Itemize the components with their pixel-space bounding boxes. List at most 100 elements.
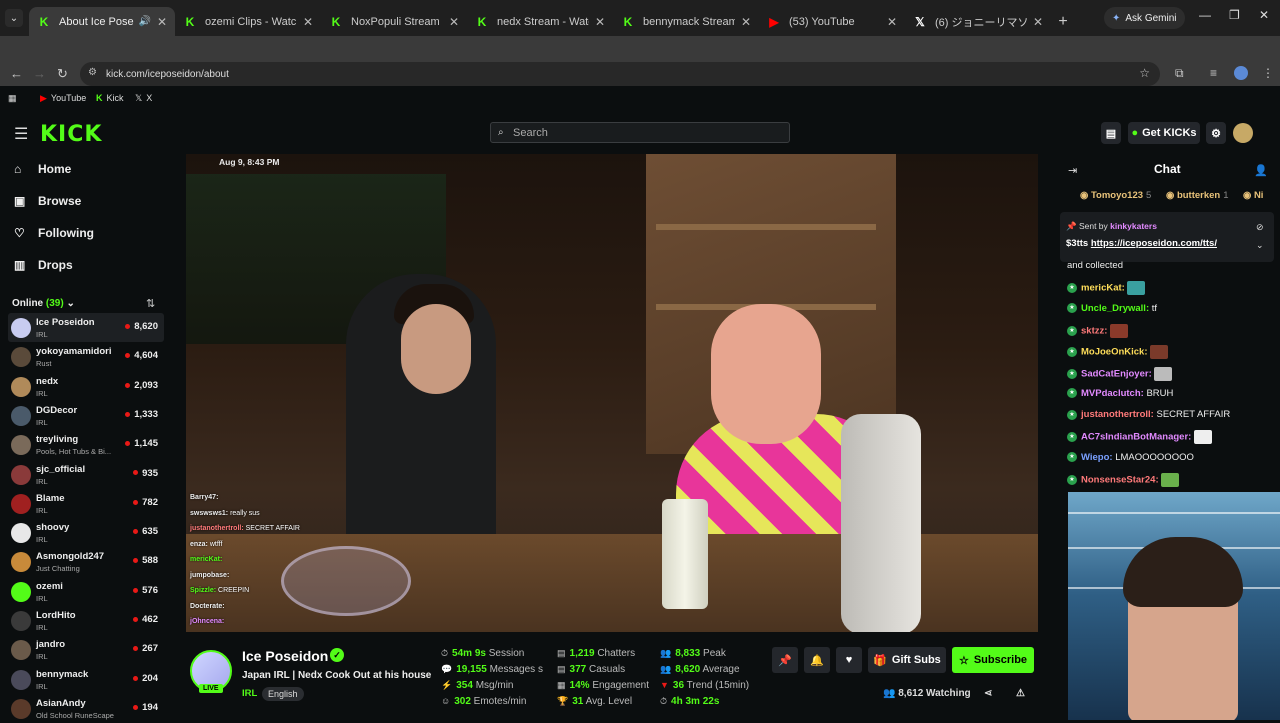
media-control-icon[interactable]: ≡ xyxy=(1210,66,1217,80)
stream-category[interactable]: IRL xyxy=(242,688,257,699)
chat-username[interactable]: sktzz: xyxy=(1081,325,1107,336)
kick-favicon-icon: K xyxy=(477,14,487,29)
hide-eye-icon[interactable]: ⊘ xyxy=(1256,222,1264,233)
nav-browse[interactable]: ▣ Browse xyxy=(14,194,81,208)
sidebar-channel[interactable]: nedx IRL 2,093 xyxy=(8,372,164,401)
library-icon[interactable]: ▤ xyxy=(1101,122,1121,144)
bell-icon[interactable]: 🔔 xyxy=(804,647,830,673)
close-tab-icon[interactable]: ✕ xyxy=(595,15,605,29)
extensions-icon[interactable]: ⧉ xyxy=(1175,66,1184,81)
share-icon[interactable]: ⋖ xyxy=(984,688,992,699)
chat-username[interactable]: Uncle_Drywall: xyxy=(1081,303,1149,314)
chat-username[interactable]: justanothertroll: xyxy=(1081,409,1154,420)
close-tab-icon[interactable]: ✕ xyxy=(157,15,167,29)
browser-tab[interactable]: Kozemi Clips - Watch Live on ✕ xyxy=(175,7,321,36)
close-window-icon[interactable]: ✕ xyxy=(1259,8,1269,22)
sidebar-channel[interactable]: Asmongold247 Just Chatting 588 xyxy=(8,547,164,576)
profile-avatar[interactable] xyxy=(1234,66,1248,80)
maximize-icon[interactable]: ❐ xyxy=(1229,8,1240,22)
expand-chevron-icon[interactable]: ⌄ xyxy=(1256,240,1264,251)
chat-username[interactable]: NonsenseStar24: xyxy=(1081,475,1159,486)
chat-leaderboard-entry[interactable]: ◉ Tomoyo123 5 xyxy=(1080,190,1151,201)
channel-avatar xyxy=(11,435,31,456)
close-tab-icon[interactable]: ✕ xyxy=(887,15,897,29)
live-dot-icon xyxy=(133,470,139,476)
chat-username[interactable]: Wiepo: xyxy=(1081,452,1113,463)
chat-leaderboard-entry[interactable]: ◉ butterken 1 xyxy=(1166,190,1229,201)
nav-drops[interactable]: ▥ Drops xyxy=(14,258,73,272)
channel-viewers: 2,093 xyxy=(125,380,158,391)
new-tab-button[interactable]: + xyxy=(1051,7,1075,36)
sort-icon[interactable]: ⇅ xyxy=(146,297,155,310)
ask-gemini-button[interactable]: ✦ Ask Gemini xyxy=(1104,7,1185,29)
hamburger-menu-icon[interactable]: ☰ xyxy=(14,124,28,144)
overlay-chat-text: CREEPIN xyxy=(216,587,250,594)
sidebar-channel[interactable]: ozemi IRL 576 xyxy=(8,577,164,606)
online-channels-toggle[interactable]: Online (39) ⌄ xyxy=(12,298,75,309)
close-tab-icon[interactable]: ✕ xyxy=(1033,15,1043,29)
chat-username[interactable]: MVPdaclutch: xyxy=(1081,388,1144,399)
sidebar-channel[interactable]: Blame IRL 782 xyxy=(8,489,164,518)
browser-tab[interactable]: 𝕏 (6) ジョニーリマソ | 過築外囲 / ✕ xyxy=(905,7,1051,36)
address-bar[interactable]: ⚙ kick.com/iceposeidon/about ☆ xyxy=(80,62,1160,86)
browser-tab[interactable]: Kbennymack Stream - Watch ✕ xyxy=(613,7,759,36)
streamer-name[interactable]: Ice Poseidon xyxy=(242,648,328,664)
sidebar-channel[interactable]: Ice Poseidon IRL 8,620 xyxy=(8,313,164,342)
browser-tab[interactable]: Knedx Stream - Watch Live o ✕ xyxy=(467,7,613,36)
sidebar-channel[interactable]: yokoyamamidori Rust 4,604 xyxy=(8,342,164,371)
collapse-chat-icon[interactable]: ⇥ xyxy=(1068,164,1077,177)
sidebar-channel[interactable]: shoovy IRL 635 xyxy=(8,518,164,547)
stream-language-tag[interactable]: English xyxy=(262,687,304,701)
search-input[interactable]: ⌕ Search xyxy=(490,122,790,143)
chat-username[interactable]: SadCatEnjoyer: xyxy=(1081,368,1152,379)
bookmark-kick[interactable]: K Kick xyxy=(96,91,124,105)
channel-avatar xyxy=(11,640,31,661)
nav-following[interactable]: ♡ Following xyxy=(14,226,94,240)
stream-stat: ▦ 14% Engagement xyxy=(557,680,649,691)
bookmark-youtube[interactable]: ▶ YouTube xyxy=(40,91,86,105)
chat-leaderboard-entry[interactable]: ◉ Ni xyxy=(1243,190,1266,201)
sidebar-channel[interactable]: bennymack IRL 204 xyxy=(8,665,164,694)
site-info-icon[interactable]: ⚙ xyxy=(88,67,97,78)
chat-username[interactable]: AC7sIndianBotManager: xyxy=(1081,432,1191,443)
kick-logo[interactable]: KICK xyxy=(40,122,102,147)
minimize-icon[interactable]: — xyxy=(1199,8,1211,22)
overlay-chat-user: Barry47: xyxy=(190,494,219,501)
browser-tab[interactable]: K NoxPopuli Stream - Watch L ✕ xyxy=(321,7,467,36)
sidebar-channel[interactable]: jandro IRL 267 xyxy=(8,635,164,664)
follow-heart-icon[interactable]: ♥ xyxy=(836,647,862,673)
sidebar-channel[interactable]: AsianAndy Old School RuneScape 194 xyxy=(8,694,164,723)
back-icon[interactable]: ← xyxy=(10,66,23,81)
close-tab-icon[interactable]: ✕ xyxy=(303,15,313,29)
chrome-menu-icon[interactable]: ⋮ xyxy=(1262,66,1274,80)
reload-icon[interactable]: ↻ xyxy=(57,66,68,82)
report-icon[interactable]: ⚠ xyxy=(1016,688,1025,699)
tab-search-icon[interactable]: ⌄ xyxy=(5,9,23,27)
video-player[interactable]: Aug 9, 8:43 PM Barry47: swswsws1: really … xyxy=(186,154,1038,632)
speaker-icon[interactable]: 🔊 xyxy=(138,16,150,27)
chat-message: ★ MoJoeOnKick: xyxy=(1067,345,1169,360)
browser-tab[interactable]: ▶ (53) YouTube ✕ xyxy=(759,7,905,36)
pinned-link[interactable]: https://iceposeidon.com/tts/ xyxy=(1091,238,1217,249)
sidebar-channel[interactable]: sjc_official IRL 935 xyxy=(8,460,164,489)
chat-users-icon[interactable]: 👤 xyxy=(1254,164,1268,177)
subscribe-button[interactable]: ☆ Subscribe xyxy=(952,647,1034,673)
bookmark-star-icon[interactable]: ☆ xyxy=(1139,66,1150,80)
settings-gear-icon[interactable]: ⚙ xyxy=(1206,122,1226,144)
close-tab-icon[interactable]: ✕ xyxy=(741,15,751,29)
sidebar-channel[interactable]: DGDecor IRL 1,333 xyxy=(8,401,164,430)
chat-username[interactable]: mericKat: xyxy=(1081,283,1125,294)
browser-tab[interactable]: K About Ice Poseidon - W 🔊 ✕ xyxy=(29,7,175,36)
gift-subs-button[interactable]: 🎁 Gift Subs xyxy=(868,647,946,673)
pin-icon[interactable]: 📌 xyxy=(772,647,798,673)
nav-home[interactable]: ⌂ Home xyxy=(14,162,71,176)
sidebar-channel[interactable]: treyliving Pools, Hot Tubs & Bi... 1,145 xyxy=(8,430,164,459)
sidebar-channel[interactable]: LordHito IRL 462 xyxy=(8,606,164,635)
forward-icon[interactable]: → xyxy=(33,66,46,81)
chat-username[interactable]: MoJoeOnKick: xyxy=(1081,347,1148,358)
bookmark-x[interactable]: 𝕏X xyxy=(135,91,152,105)
user-avatar[interactable] xyxy=(1233,123,1253,143)
close-tab-icon[interactable]: ✕ xyxy=(449,15,459,29)
get-kicks-button[interactable]: ● Get KICKs xyxy=(1128,122,1200,144)
apps-icon[interactable]: ▦ xyxy=(8,91,17,105)
